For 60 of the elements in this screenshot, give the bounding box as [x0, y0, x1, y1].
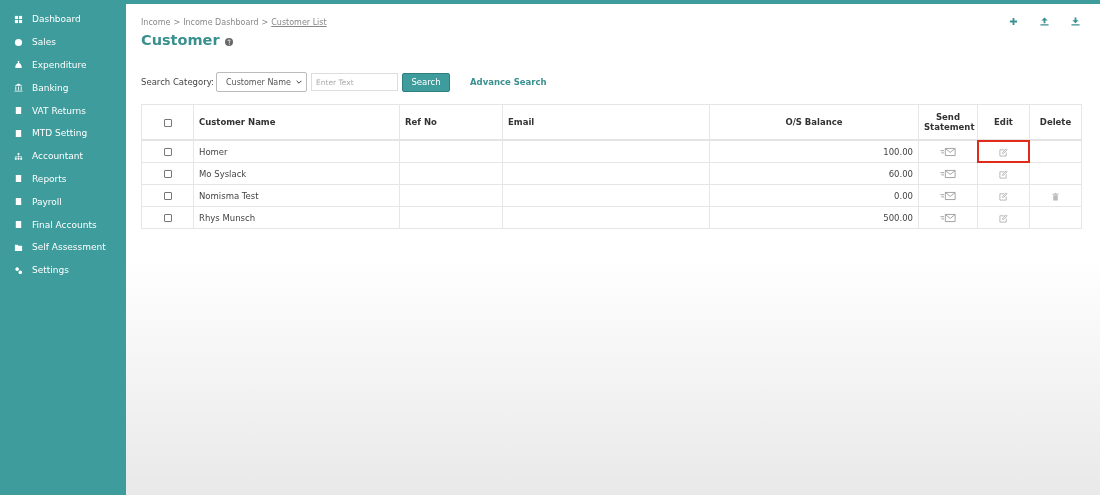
column-header: Email	[508, 117, 535, 127]
table-cell: Nomisma Test	[199, 190, 259, 201]
search-category-label: Search Category:	[141, 77, 214, 87]
bag-icon	[14, 60, 23, 70]
download-icon[interactable]	[1071, 17, 1080, 26]
envelope-icon[interactable]	[940, 168, 956, 179]
sidebar-item[interactable]: MTD Setting	[0, 122, 126, 145]
envelope-icon[interactable]	[940, 212, 956, 223]
select-all-checkbox[interactable]	[163, 118, 172, 127]
envelope-icon[interactable]	[940, 146, 956, 157]
table-cell: 100.00	[883, 146, 913, 157]
table-cell: Mo Syslack	[199, 168, 247, 179]
row-checkbox[interactable]	[163, 170, 172, 178]
document-icon	[14, 220, 23, 230]
column-header: Customer Name	[199, 117, 276, 127]
sidebar-item[interactable]: Reports	[0, 167, 126, 191]
column-header: Ref No	[405, 117, 437, 127]
table-cell: 60.00	[888, 168, 913, 179]
add-icon[interactable]	[1009, 17, 1018, 26]
row-checkbox[interactable]	[163, 192, 172, 200]
table-cell: Rhys Munsch	[199, 212, 256, 223]
column-header: Delete	[1039, 117, 1072, 127]
sidebar-item[interactable]: Expenditure	[0, 53, 126, 77]
envelope-icon[interactable]	[940, 190, 956, 201]
sidebar-item[interactable]: Accountant	[0, 144, 126, 168]
table-cell: Homer	[199, 146, 228, 157]
breadcrumb-separator: >	[173, 18, 181, 27]
sidebar-item[interactable]: VAT Returns	[0, 99, 126, 122]
table-cell: 500.00	[883, 212, 913, 223]
folder-icon	[14, 242, 23, 252]
row-checkbox[interactable]	[163, 148, 172, 156]
breadcrumb-link[interactable]: Customer List	[271, 18, 327, 27]
caret-icon	[296, 80, 302, 84]
breadcrumb-separator: >	[261, 18, 269, 27]
page-title: Customer	[141, 32, 220, 48]
category-dropdown[interactable]: Customer Name	[216, 72, 307, 92]
grid-icon	[14, 14, 23, 24]
column-header: O/S Balance	[785, 117, 843, 127]
document-icon	[14, 197, 23, 207]
sidebar-item[interactable]: Final Accounts	[0, 213, 126, 236]
row-checkbox[interactable]	[163, 214, 172, 222]
sidebar-item[interactable]: Settings	[0, 258, 126, 282]
sidebar-item[interactable]: Payroll	[0, 190, 126, 214]
advance-search-link[interactable]: Advance Search	[470, 77, 547, 87]
breadcrumb-link[interactable]: Income	[141, 18, 171, 27]
sidebar-item[interactable]: Sales	[0, 30, 126, 54]
help-icon[interactable]	[224, 37, 233, 46]
upload-icon[interactable]	[1040, 17, 1049, 26]
org-chart-icon	[14, 151, 23, 161]
trash-icon[interactable]	[1051, 191, 1060, 201]
breadcrumb-link[interactable]: Income Dashboard	[183, 18, 259, 27]
table-cell: 0.00	[894, 190, 913, 201]
column-header: Edit	[994, 117, 1013, 127]
search-button[interactable]: Search	[402, 72, 450, 92]
sidebar-item[interactable]: Banking	[0, 76, 126, 100]
gear-icon	[14, 265, 23, 275]
sidebar-item[interactable]: Self Assessment	[0, 235, 126, 259]
column-header: Send Statement	[924, 112, 975, 132]
bank-icon	[14, 83, 23, 93]
sidebar-item[interactable]: Dashboard	[0, 8, 126, 31]
